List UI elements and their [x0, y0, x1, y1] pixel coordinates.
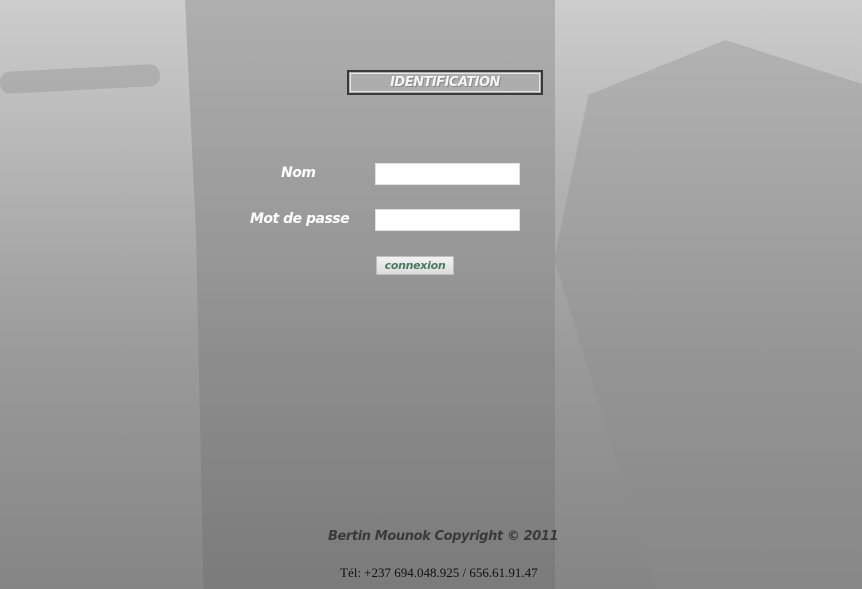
background-brush-stroke: [0, 63, 161, 95]
password-input[interactable]: [375, 209, 520, 231]
name-label: Nom: [281, 165, 316, 181]
password-label: Mot de passe: [250, 211, 350, 227]
background-map-shape: [554, 40, 862, 589]
page-title: IDENTIFICATION: [390, 75, 500, 90]
connexion-button[interactable]: connexion: [376, 256, 454, 275]
phone-text: Tél: +237 694.048.925 / 656.61.91.47: [340, 565, 538, 580]
name-input[interactable]: [375, 163, 520, 185]
copyright-text: Bertin Mounok Copyright © 2011: [328, 529, 559, 544]
identification-title-box: IDENTIFICATION: [347, 70, 543, 95]
